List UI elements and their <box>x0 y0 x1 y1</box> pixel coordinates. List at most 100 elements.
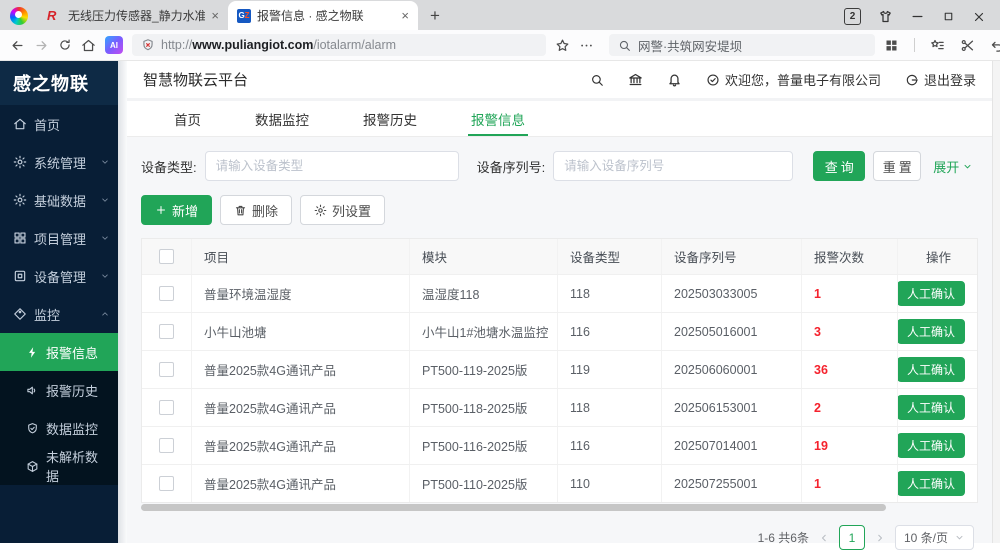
sidebar-item-home[interactable]: 首页 <box>0 105 118 143</box>
screenshot-scissors-icon[interactable] <box>960 38 975 53</box>
manual-confirm-button[interactable]: 人工确认 <box>898 357 965 382</box>
tab-alarm-history[interactable]: 报警历史 <box>336 101 444 136</box>
tab-count-badge[interactable]: 2 <box>844 8 861 25</box>
minimize-button[interactable] <box>910 9 925 24</box>
organization-icon[interactable] <box>628 72 643 87</box>
divider <box>914 38 915 52</box>
tab-home[interactable]: 首页 <box>147 101 228 136</box>
vertical-scrollbar[interactable] <box>992 61 1000 543</box>
manual-confirm-button[interactable]: 人工确认 <box>898 319 965 344</box>
query-button[interactable]: 查询 <box>813 151 865 181</box>
tab-data-monitor[interactable]: 数据监控 <box>228 101 336 136</box>
bookmark-star-icon[interactable] <box>555 38 570 53</box>
cell-action: 人工确认 <box>898 351 977 388</box>
cell-action: 人工确认 <box>898 313 977 350</box>
browser-tab-sensor[interactable]: R 无线压力传感器_静力水准仪_ × <box>38 1 228 30</box>
user-welcome[interactable]: 欢迎您，普量电子有限公司 <box>706 70 881 89</box>
forward-button[interactable] <box>34 38 49 53</box>
cell-alarm-count: 2 <box>802 389 898 426</box>
undo-icon[interactable] <box>990 38 1000 53</box>
pagination: 1-6 共6条 1 10 条/页 <box>141 525 978 550</box>
manual-confirm-button[interactable]: 人工确认 <box>898 395 965 420</box>
header-cell: 操作 <box>898 239 977 274</box>
sidebar-item-project[interactable]: 项目管理 <box>0 219 118 257</box>
cell-module: PT500-119-2025版 <box>410 351 558 388</box>
tab-close-icon[interactable]: × <box>401 8 409 23</box>
row-checkbox[interactable] <box>159 400 174 415</box>
url-bar[interactable]: http://www.puliangiot.com/iotalarm/alarm <box>132 34 546 56</box>
sidebar-item-device[interactable]: 设备管理 <box>0 257 118 295</box>
alarm-page: 设备类型: 设备序列号: 查询 重置 展开 新增 <box>127 137 992 543</box>
row-checkbox[interactable] <box>159 476 174 491</box>
cell-select <box>142 389 192 426</box>
row-checkbox[interactable] <box>159 286 174 301</box>
ai-assistant-icon[interactable]: AI <box>105 36 123 54</box>
next-page-button[interactable] <box>874 532 886 544</box>
device-type-input[interactable] <box>205 151 459 181</box>
select-all-checkbox[interactable] <box>159 249 174 264</box>
trash-icon <box>234 204 247 217</box>
chevron-down-icon <box>100 271 110 281</box>
cell-action: 人工确认 <box>898 275 977 312</box>
cell-module: 温湿度118 <box>410 275 558 312</box>
row-checkbox[interactable] <box>159 324 174 339</box>
tab-alarm-info[interactable]: 报警信息 <box>444 101 552 136</box>
alarm-count: 1 <box>814 477 821 491</box>
tab-close-icon[interactable]: × <box>211 8 219 23</box>
horizontal-scrollbar[interactable] <box>141 504 978 512</box>
cell-module: PT500-118-2025版 <box>410 389 558 426</box>
scrollbar-thumb[interactable] <box>141 504 886 511</box>
apps-grid-icon[interactable] <box>884 38 899 53</box>
more-options-icon[interactable] <box>579 38 594 53</box>
site-safety-icon[interactable] <box>141 38 155 52</box>
sidebar-subitem-alarm-history[interactable]: 报警历史 <box>0 371 118 409</box>
home-button[interactable] <box>81 38 96 53</box>
new-tab-button[interactable]: + <box>418 6 452 30</box>
cell-device-type: 118 <box>558 389 662 426</box>
manual-confirm-button[interactable]: 人工确认 <box>898 281 965 306</box>
expand-link[interactable]: 展开 <box>933 157 973 176</box>
close-window-button[interactable] <box>972 10 986 24</box>
cell-alarm-count: 1 <box>802 275 898 312</box>
sidebar-subitem-unparsed-data[interactable]: 未解析数据 <box>0 447 118 485</box>
back-button[interactable] <box>10 38 25 53</box>
favorites-list-icon[interactable] <box>930 38 945 53</box>
cell-module: PT500-116-2025版 <box>410 427 558 464</box>
reload-button[interactable] <box>58 38 72 52</box>
sidebar-item-system[interactable]: 系统管理 <box>0 143 118 181</box>
sidebar-scrollbar[interactable] <box>118 61 127 543</box>
cell-action: 人工确认 <box>898 389 977 426</box>
reset-button[interactable]: 重置 <box>873 151 921 181</box>
pagination-summary: 1-6 共6条 <box>758 529 809 546</box>
row-checkbox[interactable] <box>159 438 174 453</box>
sidebar-item-basedata[interactable]: 基础数据 <box>0 181 118 219</box>
notifications-bell-icon[interactable] <box>667 72 682 87</box>
browser-logo-icon[interactable] <box>10 7 28 25</box>
delete-button[interactable]: 删除 <box>220 195 292 225</box>
browser-search-box[interactable]: 网警·共筑网安堤坝 <box>609 34 875 56</box>
maximize-button[interactable] <box>942 10 955 23</box>
sidebar-subitem-data-monitor[interactable]: 数据监控 <box>0 409 118 447</box>
serial-input[interactable] <box>553 151 793 181</box>
table-header-row: 项目模块设备类型设备序列号报警次数操作 <box>142 239 977 275</box>
prev-page-button[interactable] <box>818 532 830 544</box>
row-checkbox[interactable] <box>159 362 174 377</box>
page-number-button[interactable]: 1 <box>839 525 865 550</box>
sidebar-logo: 感之物联 <box>0 61 118 105</box>
column-settings-button[interactable]: 列设置 <box>300 195 385 225</box>
cell-alarm-count: 1 <box>802 465 898 502</box>
browser-tab-alarm[interactable]: GZ 报警信息 · 感之物联 × <box>228 1 418 30</box>
manual-confirm-button[interactable]: 人工确认 <box>898 471 965 496</box>
search-icon <box>618 39 631 52</box>
manual-confirm-button[interactable]: 人工确认 <box>898 433 965 458</box>
main-content: 智慧物联云平台 欢迎您，普量电子有限公司 退出登录 首页数据监控报警历史报警信息 <box>127 61 992 543</box>
page-size-select[interactable]: 10 条/页 <box>895 525 974 550</box>
header-search-icon[interactable] <box>590 73 604 87</box>
theme-skin-icon[interactable] <box>878 9 893 24</box>
sidebar-item-monitor[interactable]: 监控 <box>0 295 118 333</box>
sidebar-subitem-alarm-info[interactable]: 报警信息 <box>0 333 118 371</box>
cell-device-type: 118 <box>558 275 662 312</box>
add-button[interactable]: 新增 <box>141 195 212 225</box>
cell-project: 普量2025款4G通讯产品 <box>192 465 410 502</box>
logout-button[interactable]: 退出登录 <box>905 70 976 89</box>
